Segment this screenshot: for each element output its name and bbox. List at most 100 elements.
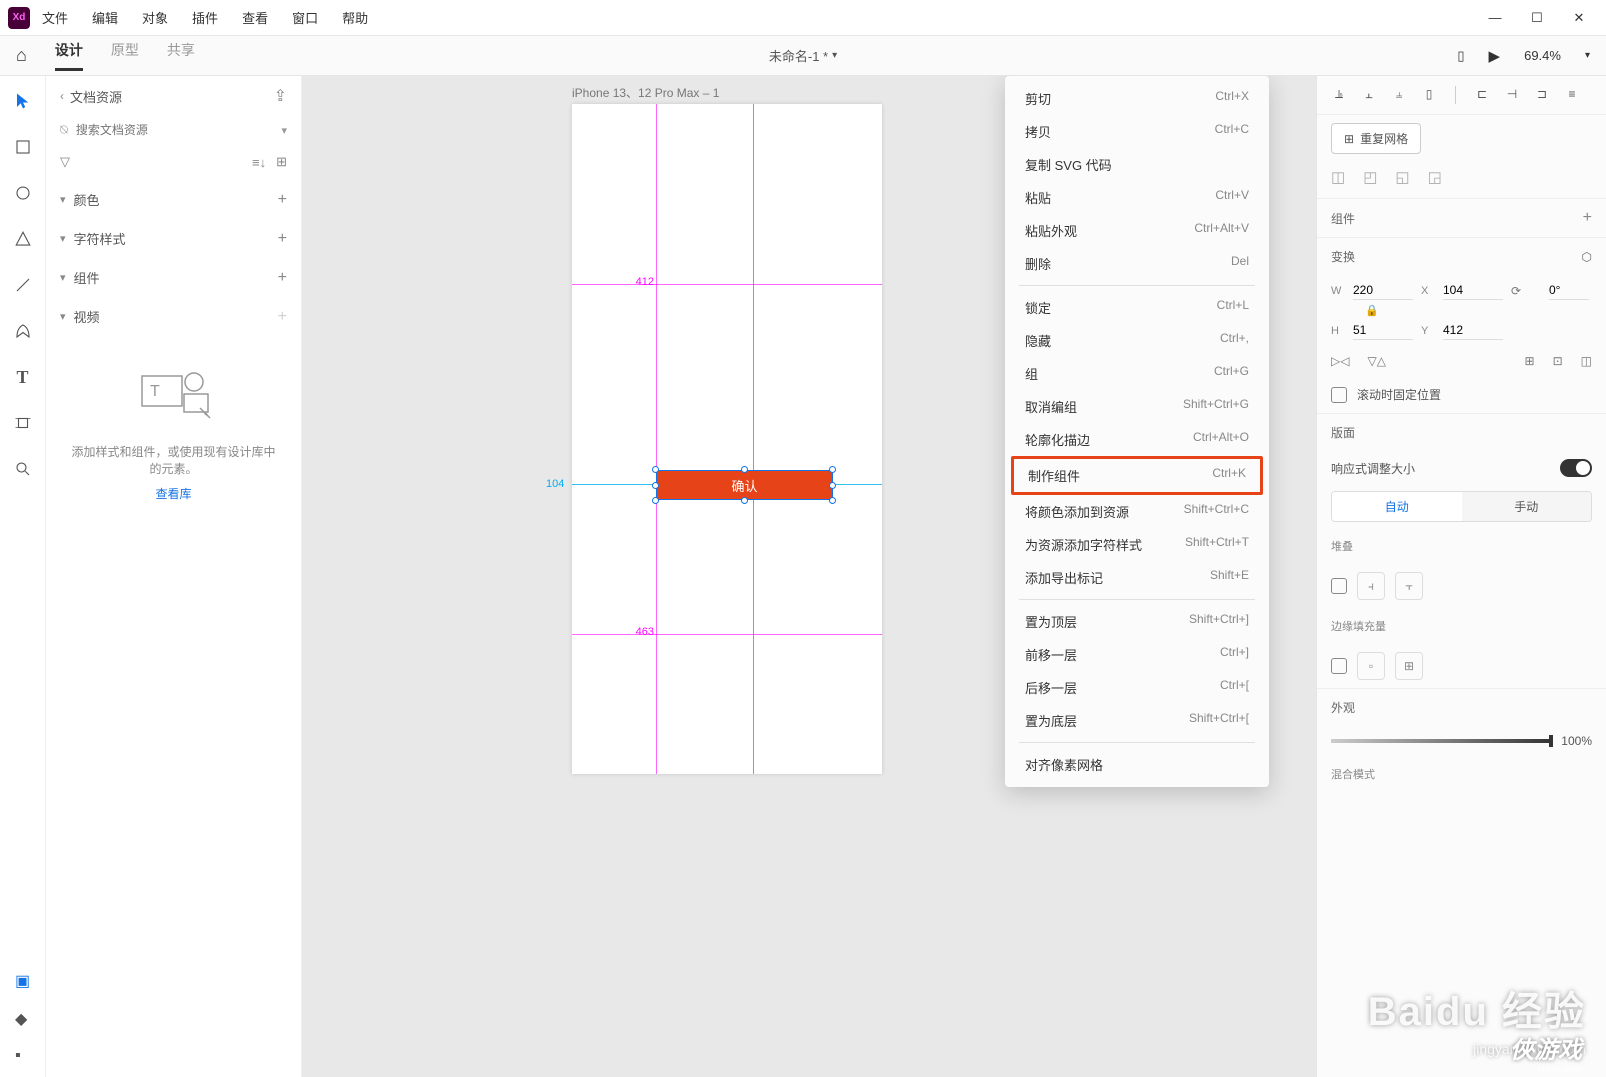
y-input[interactable] xyxy=(1443,321,1503,340)
menu-file[interactable]: 文件 xyxy=(42,8,68,27)
repeat-grid-button[interactable]: ⊞重复网格 xyxy=(1331,123,1421,154)
minimize-button[interactable]: — xyxy=(1488,10,1502,26)
padding-separate-icon[interactable]: ⊞ xyxy=(1395,652,1423,680)
width-input[interactable] xyxy=(1353,281,1413,300)
selection-handle[interactable] xyxy=(829,497,836,504)
selection-handle[interactable] xyxy=(652,482,659,489)
artboard[interactable]: 412 463 104 确认 xyxy=(572,104,882,774)
x-input[interactable] xyxy=(1443,281,1503,300)
distribute-icon[interactable]: ≡ xyxy=(1564,86,1580,102)
play-icon[interactable]: ▶ xyxy=(1489,47,1501,65)
cm-send-backward[interactable]: 后移一层Ctrl+[ xyxy=(1005,671,1269,704)
toggle[interactable] xyxy=(1560,459,1592,477)
responsive-icon-2[interactable]: ⊡ xyxy=(1553,354,1563,368)
tab-design[interactable]: 设计 xyxy=(55,40,83,71)
cube-icon[interactable]: ⬡ xyxy=(1582,250,1592,264)
close-button[interactable]: ✕ xyxy=(1572,10,1586,26)
responsive-icon[interactable]: ⊞ xyxy=(1525,354,1535,368)
rotation-icon[interactable]: ⟳ xyxy=(1511,284,1541,298)
chevron-down-icon[interactable]: ▾ xyxy=(281,124,287,137)
device-icon[interactable]: ▯ xyxy=(1457,48,1464,64)
checkbox[interactable] xyxy=(1331,658,1347,674)
cm-cut[interactable]: 剪切Ctrl+X xyxy=(1005,82,1269,115)
text-tool[interactable]: T xyxy=(10,364,36,390)
cm-group[interactable]: 组Ctrl+G xyxy=(1005,357,1269,390)
cm-ungroup[interactable]: 取消编组Shift+Ctrl+G xyxy=(1005,390,1269,423)
cm-add-color[interactable]: 将颜色添加到资源Shift+Ctrl+C xyxy=(1005,495,1269,528)
selection-handle[interactable] xyxy=(652,466,659,473)
cm-paste-appearance[interactable]: 粘贴外观Ctrl+Alt+V xyxy=(1005,214,1269,247)
align-hcenter-icon[interactable]: ⊣ xyxy=(1504,86,1520,102)
add-icon[interactable]: + xyxy=(278,269,287,287)
selection-handle[interactable] xyxy=(652,497,659,504)
stack-h-icon[interactable]: ⫟ xyxy=(1395,572,1423,600)
search-input[interactable] xyxy=(76,123,274,137)
rectangle-tool[interactable] xyxy=(10,134,36,160)
cm-export-mark[interactable]: 添加导出标记Shift+E xyxy=(1005,561,1269,594)
document-title[interactable]: 未命名-1 *▾ xyxy=(769,46,837,65)
exclude-icon[interactable]: ◲ xyxy=(1428,168,1442,186)
section-component[interactable]: ▾组件+ xyxy=(46,258,301,297)
responsive-icon-3[interactable]: ◫ xyxy=(1581,354,1592,368)
scroll-lock-row[interactable]: 滚动时固定位置 xyxy=(1317,376,1606,413)
zoom-tool[interactable] xyxy=(10,456,36,482)
tab-share[interactable]: 共享 xyxy=(167,40,195,71)
menu-help[interactable]: 帮助 xyxy=(342,8,368,27)
subtract-icon[interactable]: ◰ xyxy=(1363,168,1377,186)
cm-paste[interactable]: 粘贴Ctrl+V xyxy=(1005,181,1269,214)
align-right-icon[interactable]: ⊐ xyxy=(1534,86,1550,102)
back-icon[interactable]: ‹ xyxy=(60,89,64,103)
align-stretch-icon[interactable]: ▯ xyxy=(1421,86,1437,102)
share-icon[interactable]: ⇪ xyxy=(274,86,287,106)
zoom-value[interactable]: 69.4% xyxy=(1524,48,1561,63)
intersect-icon[interactable]: ◱ xyxy=(1395,168,1409,186)
menu-object[interactable]: 对象 xyxy=(142,8,168,27)
cm-outline-stroke[interactable]: 轮廓化描边Ctrl+Alt+O xyxy=(1005,423,1269,456)
cm-copy[interactable]: 拷贝Ctrl+C xyxy=(1005,115,1269,148)
add-icon[interactable]: + xyxy=(278,191,287,209)
section-color[interactable]: ▾颜色+ xyxy=(46,180,301,219)
flip-h-icon[interactable]: ▷◁ xyxy=(1331,354,1349,368)
layers-icon[interactable]: ◆ xyxy=(15,1009,30,1029)
padding-same-icon[interactable]: ▫ xyxy=(1357,652,1385,680)
line-tool[interactable] xyxy=(10,272,36,298)
section-video[interactable]: ▾视频+ xyxy=(46,297,301,336)
select-tool[interactable] xyxy=(10,88,36,114)
selection-handle[interactable] xyxy=(829,466,836,473)
menu-view[interactable]: 查看 xyxy=(242,8,268,27)
artboard-tool[interactable] xyxy=(10,410,36,436)
cm-copy-svg[interactable]: 复制 SVG 代码 xyxy=(1005,148,1269,181)
cm-make-component[interactable]: 制作组件Ctrl+K xyxy=(1014,459,1260,492)
polygon-tool[interactable] xyxy=(10,226,36,252)
stack-v-icon[interactable]: ⫞ xyxy=(1357,572,1385,600)
filter-icon[interactable]: ▽ xyxy=(60,154,70,170)
libraries-icon[interactable]: ▣ xyxy=(15,971,30,991)
align-top-icon[interactable]: ⫡ xyxy=(1331,86,1347,102)
seg-manual[interactable]: 手动 xyxy=(1462,492,1592,521)
height-input[interactable] xyxy=(1353,321,1413,340)
cm-lock[interactable]: 锁定Ctrl+L xyxy=(1005,291,1269,324)
plugins-icon[interactable]: ▪ xyxy=(15,1047,30,1065)
checkbox[interactable] xyxy=(1331,578,1347,594)
cm-delete[interactable]: 删除Del xyxy=(1005,247,1269,280)
maximize-button[interactable]: ☐ xyxy=(1530,10,1544,26)
cm-hide[interactable]: 隐藏Ctrl+, xyxy=(1005,324,1269,357)
cm-bring-front[interactable]: 置为顶层Shift+Ctrl+] xyxy=(1005,605,1269,638)
ellipse-tool[interactable] xyxy=(10,180,36,206)
selection-handle[interactable] xyxy=(741,497,748,504)
selection-handle[interactable] xyxy=(741,466,748,473)
view-library-link[interactable]: 查看库 xyxy=(66,485,281,502)
lock-aspect-icon[interactable]: 🔒 xyxy=(1331,304,1413,317)
cm-align-pixel[interactable]: 对齐像素网格 xyxy=(1005,748,1269,781)
selection-handle[interactable] xyxy=(829,482,836,489)
selected-button[interactable]: 确认 xyxy=(656,470,833,500)
menu-plugin[interactable]: 插件 xyxy=(192,8,218,27)
home-icon[interactable]: ⌂ xyxy=(16,45,27,66)
flip-v-icon[interactable]: ▽△ xyxy=(1367,354,1385,368)
cm-send-back[interactable]: 置为底层Shift+Ctrl+[ xyxy=(1005,704,1269,737)
checkbox[interactable] xyxy=(1331,387,1347,403)
cm-add-charstyle[interactable]: 为资源添加字符样式Shift+Ctrl+T xyxy=(1005,528,1269,561)
add-icon[interactable]: + xyxy=(278,230,287,248)
seg-auto[interactable]: 自动 xyxy=(1332,492,1462,521)
cm-bring-forward[interactable]: 前移一层Ctrl+] xyxy=(1005,638,1269,671)
